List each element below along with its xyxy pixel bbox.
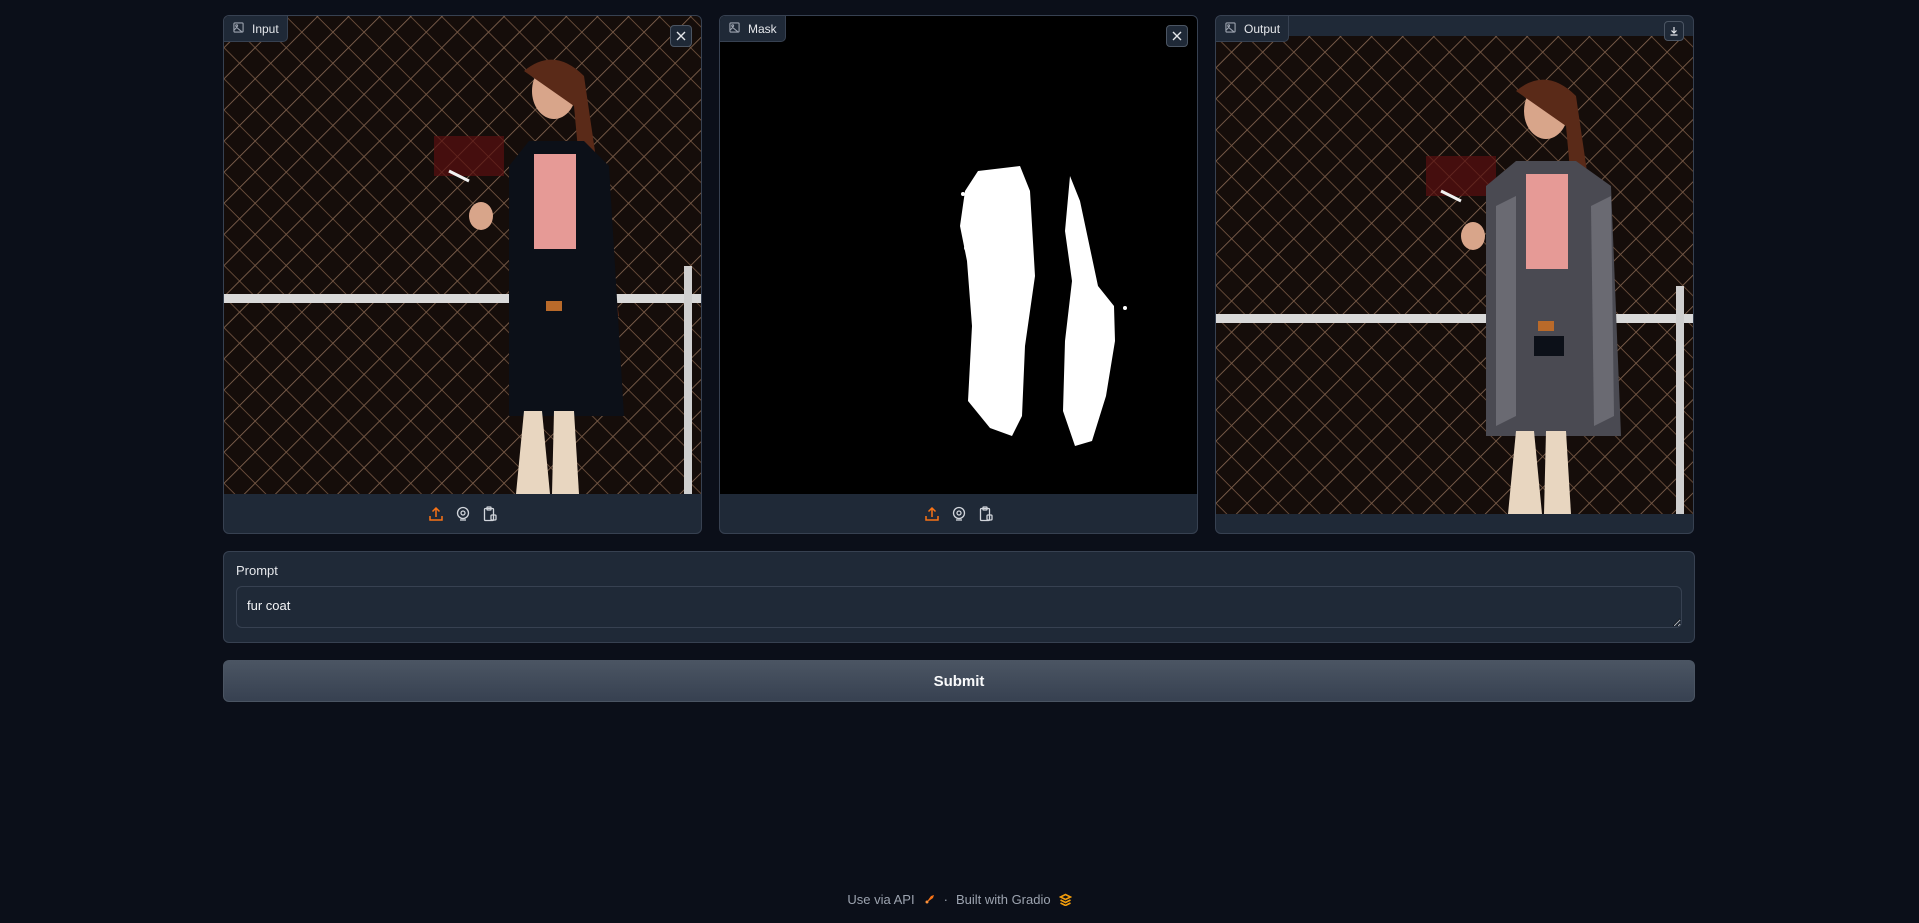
footer: Use via API · Built with Gradio xyxy=(0,892,1919,907)
prompt-input[interactable]: fur coat xyxy=(236,586,1682,628)
webcam-icon[interactable] xyxy=(951,506,967,522)
prompt-block: Prompt fur coat xyxy=(223,551,1695,643)
gradio-logo-icon xyxy=(1058,893,1072,906)
use-via-api-link[interactable]: Use via API xyxy=(847,892,914,907)
output-label-tag: Output xyxy=(1216,16,1290,42)
app-container: Input Mask Output Prompt fur coat Submit xyxy=(223,15,1695,702)
mask-toolbar xyxy=(720,494,1197,533)
clipboard-icon[interactable] xyxy=(482,505,498,522)
download-button[interactable] xyxy=(1664,21,1684,41)
image-icon xyxy=(729,21,740,36)
clipboard-icon[interactable] xyxy=(978,505,994,522)
built-with-gradio-link[interactable]: Built with Gradio xyxy=(956,892,1051,907)
submit-button[interactable]: Submit xyxy=(223,660,1695,702)
clear-input-button[interactable] xyxy=(670,25,692,47)
input-label: Input xyxy=(252,21,279,36)
input-image-panel: Input xyxy=(223,15,702,534)
image-icon xyxy=(233,21,244,36)
input-label-tag: Input xyxy=(224,16,288,42)
output-image-panel: Output xyxy=(1215,15,1694,534)
rocket-icon xyxy=(923,893,936,906)
close-icon xyxy=(1172,31,1182,41)
output-image xyxy=(1216,36,1693,514)
webcam-icon[interactable] xyxy=(455,506,471,522)
prompt-label: Prompt xyxy=(236,563,278,578)
image-icon xyxy=(1225,21,1236,36)
mask-label-tag: Mask xyxy=(720,16,786,42)
image-row: Input Mask Output xyxy=(223,15,1695,534)
download-icon xyxy=(1669,26,1679,36)
input-image[interactable] xyxy=(224,16,701,494)
mask-image[interactable] xyxy=(720,16,1197,494)
upload-icon[interactable] xyxy=(924,506,940,522)
output-label: Output xyxy=(1244,21,1281,36)
mask-image-panel: Mask xyxy=(719,15,1198,534)
clear-mask-button[interactable] xyxy=(1166,25,1188,47)
mask-label: Mask xyxy=(748,21,777,36)
input-toolbar xyxy=(224,494,701,533)
close-icon xyxy=(676,31,686,41)
upload-icon[interactable] xyxy=(428,506,444,522)
footer-separator: · xyxy=(943,892,948,907)
